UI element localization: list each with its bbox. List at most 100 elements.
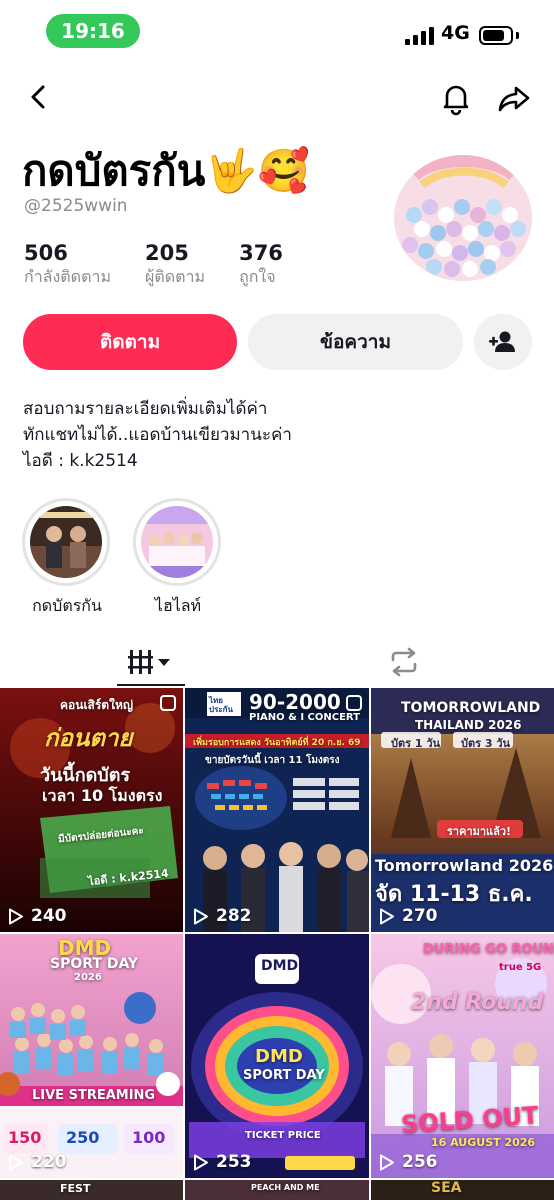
- chevron-down-icon: [158, 659, 170, 666]
- view-count: 220: [8, 1152, 67, 1172]
- stat-label: ผู้ติดตาม: [145, 267, 206, 286]
- bell-icon: [443, 85, 469, 116]
- chevron-left-icon: [31, 85, 45, 109]
- stat-followers[interactable]: 205 ผู้ติดตาม: [145, 242, 205, 290]
- avatar[interactable]: [394, 155, 532, 281]
- post-caption: ราคามาแล้ว!: [447, 825, 512, 838]
- stat-value: 506: [24, 241, 68, 265]
- post-caption: 16 AUGUST 2026: [431, 1136, 536, 1149]
- post-caption: เพิ่มรอบการแสดง วันอาทิตย์ที่ 20 ก.ย. 69: [193, 738, 361, 748]
- pin-icon: [346, 695, 362, 711]
- post-caption: PIANO & I CONCERT: [249, 712, 360, 723]
- display-name: กดบัตรกัน🤟🥰: [22, 146, 310, 195]
- post-caption: DMD: [261, 958, 299, 974]
- post-caption: 2026: [74, 972, 102, 983]
- highlight-label: ไฮไลท์: [154, 596, 202, 615]
- bio-line: สอบถามรายละเอียดเพิ่มเติมได้ค่า: [23, 399, 268, 419]
- view-count: 270: [379, 906, 438, 926]
- stat-value: 376: [239, 241, 283, 265]
- video-tile[interactable]: FEST: [0, 1180, 183, 1200]
- tab-videos[interactable]: [117, 640, 185, 684]
- share-button[interactable]: [496, 80, 532, 116]
- post-caption: DMD: [255, 1046, 303, 1067]
- video-tile[interactable]: DURING GO ROUND true 5G 2nd Round SOLD O…: [371, 934, 554, 1178]
- view-count-value: 270: [402, 906, 438, 926]
- post-caption: FEST: [60, 1182, 91, 1195]
- back-button[interactable]: [22, 80, 56, 114]
- view-count: 253: [193, 1152, 252, 1172]
- view-count: 240: [8, 906, 67, 926]
- play-icon: [380, 1154, 394, 1170]
- post-caption: 2nd Round: [411, 990, 544, 1015]
- view-count-value: 220: [31, 1152, 67, 1172]
- play-icon: [194, 908, 208, 924]
- bio-line: ทักแชทไม่ได้..แอดบ้านเขียวมานะค่า: [23, 425, 292, 445]
- follow-button[interactable]: ติดตาม: [23, 314, 237, 370]
- username: @2525wwin: [24, 196, 128, 216]
- profile-stats: 506 กำลังติดตาม 205 ผู้ติดตาม 376 ถูกใจ: [24, 242, 317, 290]
- bio-line: ไอดี : k.k2514: [23, 451, 138, 471]
- post-caption: true 5G: [499, 962, 542, 973]
- post-caption: SEA: [431, 1180, 462, 1196]
- active-tab-indicator: [117, 684, 185, 686]
- highlight-thumbnail: [141, 506, 213, 578]
- stat-value: 205: [145, 241, 189, 265]
- post-caption: TICKET PRICE: [245, 1130, 321, 1141]
- highlight-ring: [133, 498, 221, 586]
- network-label: 4G: [441, 22, 470, 44]
- video-tile[interactable]: DMD SPORT DAY 2026 LIVE STREAMING 150 25…: [0, 934, 183, 1178]
- post-caption: เวลา 10 โมงตรง: [42, 786, 163, 805]
- play-icon: [9, 1154, 23, 1170]
- post-caption: ขายบัตรวันนี้ เวลา 11 โมงตรง: [205, 755, 340, 766]
- add-friend-button[interactable]: [474, 314, 532, 370]
- post-caption: ประกัน: [209, 705, 233, 714]
- avatar-image: [394, 155, 532, 281]
- post-caption: 150: [8, 1128, 42, 1147]
- post-caption: PEACH AND ME: [251, 1183, 320, 1192]
- video-tile[interactable]: DMD DMD SPORT DAY TICKET PRICE 253: [185, 934, 369, 1178]
- status-bar: 19:16 4G: [0, 0, 554, 64]
- view-count-value: 253: [216, 1152, 252, 1172]
- video-tile[interactable]: TOMORROWLAND THAILAND 2026 บัตร 1 วัน บั…: [371, 688, 554, 932]
- tab-reposts[interactable]: [370, 640, 438, 684]
- post-caption: Tomorrowland 2026: [375, 856, 554, 875]
- highlight-item[interactable]: กดบัตรกัน: [22, 498, 112, 619]
- signal-icon: [405, 25, 435, 45]
- stat-likes: 376 ถูกใจ: [239, 242, 283, 290]
- post-caption: 250: [66, 1128, 100, 1147]
- post-caption: TOMORROWLAND: [401, 700, 541, 716]
- play-icon: [194, 1154, 208, 1170]
- video-tile[interactable]: SEA: [371, 1180, 554, 1200]
- video-tile[interactable]: ไทย ประกัน 90-2000 PIANO & I CONCERT เพิ…: [185, 688, 369, 932]
- battery-icon: [479, 26, 519, 45]
- stat-label: ถูกใจ: [239, 267, 276, 286]
- view-count: 256: [379, 1152, 438, 1172]
- video-tile[interactable]: PEACH AND ME: [185, 1180, 369, 1200]
- highlight-item[interactable]: ไฮไลท์: [133, 498, 223, 619]
- play-icon: [380, 908, 394, 924]
- post-caption: SPORT DAY: [243, 1068, 325, 1083]
- grid-icon: [128, 650, 170, 674]
- stat-label: กำลังติดตาม: [24, 267, 111, 286]
- highlight-thumbnail: [30, 506, 102, 578]
- post-caption: บัตร 1 วัน: [391, 737, 441, 750]
- highlight-label: กดบัตรกัน: [32, 596, 102, 615]
- post-caption: คอนเสิร์ตใหญ่: [60, 698, 134, 712]
- post-caption: LIVE STREAMING: [32, 1088, 156, 1103]
- post-caption: SPORT DAY: [50, 956, 139, 972]
- add-user-icon: [489, 331, 515, 352]
- message-button[interactable]: ข้อความ: [248, 314, 463, 370]
- view-count-value: 240: [31, 906, 67, 926]
- view-count-value: 282: [216, 906, 252, 926]
- bio: สอบถามรายละเอียดเพิ่มเติมได้ค่า ทักแชทไม…: [23, 396, 292, 474]
- highlight-ring: [22, 498, 110, 586]
- post-caption: บัตร 3 วัน: [461, 737, 511, 750]
- video-tile[interactable]: คอนเสิร์ตใหญ่ ก่อนตาย วันนี้กดบัตร เวลา …: [0, 688, 183, 932]
- repost-icon: [391, 647, 417, 677]
- post-caption: 100: [132, 1128, 166, 1147]
- stat-following[interactable]: 506 กำลังติดตาม: [24, 242, 111, 290]
- notification-button[interactable]: [438, 80, 474, 116]
- status-time: 19:16: [46, 14, 140, 48]
- share-icon: [498, 86, 530, 112]
- post-caption: ก่อนตาย: [44, 724, 133, 752]
